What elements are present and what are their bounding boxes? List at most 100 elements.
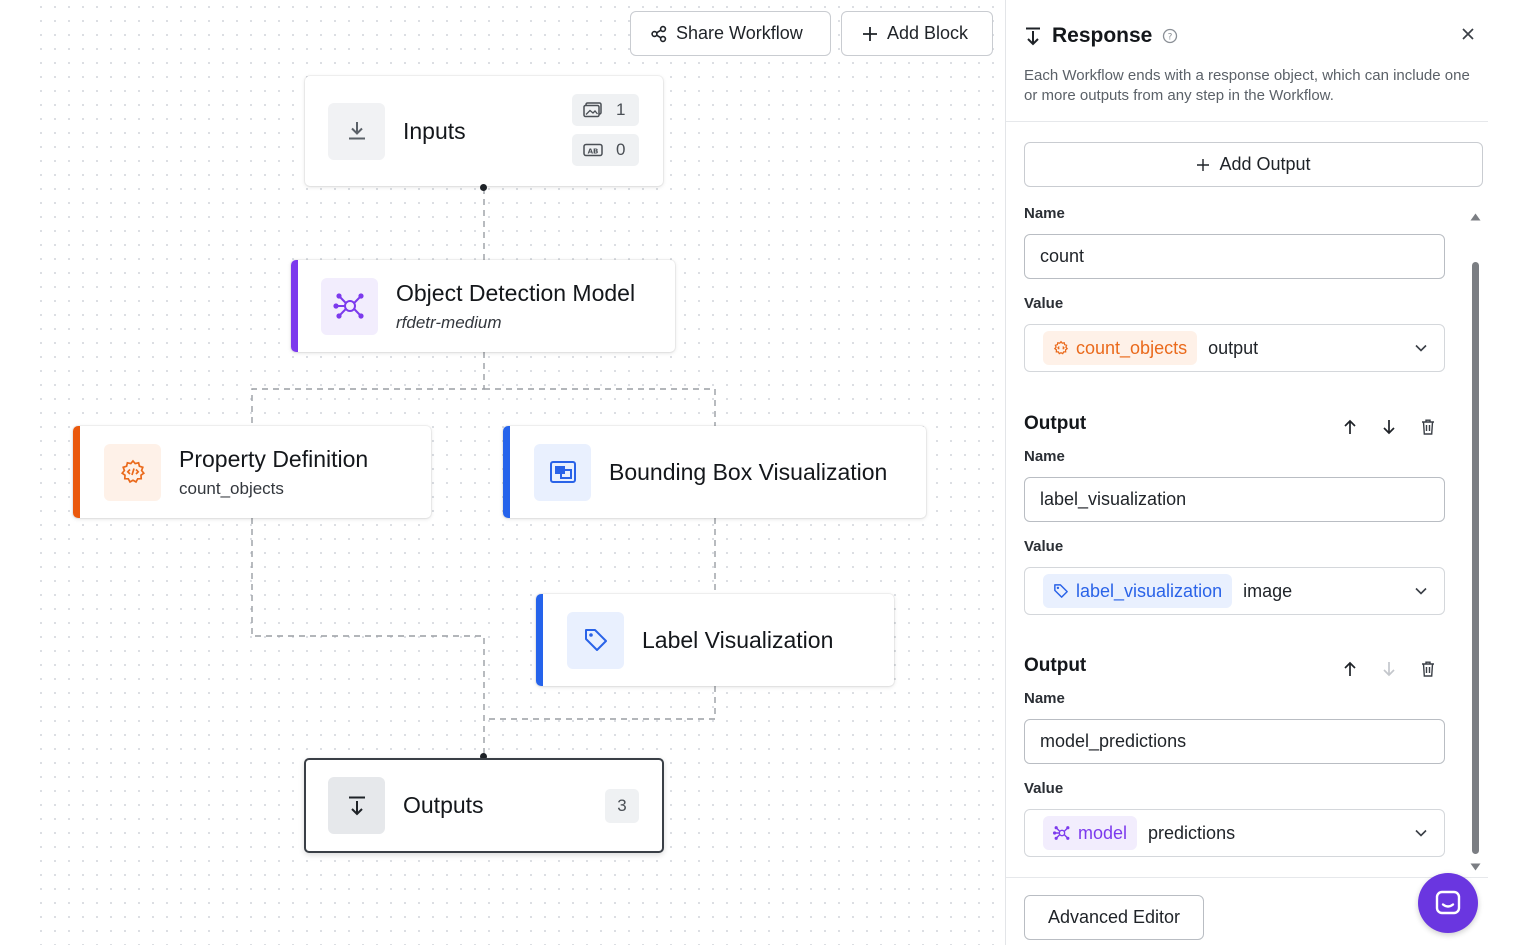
divider bbox=[1006, 121, 1488, 122]
divider bbox=[1006, 877, 1488, 878]
share-icon bbox=[651, 25, 667, 42]
selector-value: image bbox=[1243, 580, 1293, 601]
model-graph-icon bbox=[1053, 826, 1070, 840]
text-parameter-icon: AB bbox=[583, 143, 603, 157]
advanced-editor-button[interactable]: Advanced Editor bbox=[1024, 895, 1204, 940]
panel-title: Response bbox=[1052, 24, 1153, 47]
object-detection-node[interactable]: Object Detection Model rfdetr-medium bbox=[291, 260, 675, 352]
value-label: Value bbox=[1024, 538, 1064, 555]
inputs-output-handle[interactable] bbox=[480, 184, 487, 191]
selector-value: predictions bbox=[1148, 822, 1236, 843]
chevron-down-icon bbox=[1415, 587, 1427, 595]
response-panel: Response ? Each Workflow ends with a res… bbox=[1005, 0, 1488, 945]
trash-icon[interactable] bbox=[1420, 660, 1436, 678]
step-chip: count_objects bbox=[1043, 331, 1198, 365]
svg-text:?: ? bbox=[1168, 32, 1173, 42]
arrow-up-icon[interactable] bbox=[1342, 660, 1358, 678]
edge-property-to-outputs bbox=[251, 518, 485, 757]
image-icon bbox=[583, 102, 602, 118]
bbox-title: Bounding Box Visualization bbox=[609, 458, 888, 485]
model-graph-icon bbox=[332, 293, 364, 319]
bounding-box-icon bbox=[549, 461, 576, 483]
image-input-count: 1 bbox=[616, 100, 626, 119]
node-accent-bar bbox=[73, 426, 80, 518]
selector-value: output bbox=[1208, 337, 1259, 358]
name-label: Name bbox=[1024, 690, 1065, 707]
output-name-field[interactable]: model_predictions bbox=[1024, 719, 1445, 764]
step-chip-label: model bbox=[1078, 822, 1128, 843]
arrow-down-icon[interactable] bbox=[1381, 418, 1397, 436]
response-arrow-icon bbox=[348, 796, 365, 815]
arrow-up-icon[interactable] bbox=[1342, 418, 1358, 436]
step-chip-label: label_visualization bbox=[1076, 580, 1223, 601]
label-viz-title: Label Visualization bbox=[642, 626, 834, 653]
outputs-icon-box bbox=[328, 777, 385, 834]
scroll-down-icon[interactable] bbox=[1469, 862, 1482, 872]
detection-model-id: rfdetr-medium bbox=[396, 312, 502, 332]
value-label: Value bbox=[1024, 780, 1064, 797]
output-section-title: Output bbox=[1024, 413, 1087, 434]
name-label: Name bbox=[1024, 205, 1065, 222]
property-icon-box bbox=[104, 443, 161, 501]
value-label: Value bbox=[1024, 295, 1064, 312]
plus-icon bbox=[863, 26, 877, 41]
output-name-field[interactable]: count bbox=[1024, 234, 1445, 279]
detection-title: Object Detection Model bbox=[396, 279, 636, 306]
response-arrow-icon bbox=[1026, 27, 1040, 46]
output-value-selector[interactable]: model predictions bbox=[1024, 809, 1445, 857]
node-accent-bar bbox=[503, 426, 510, 518]
output-value-selector[interactable]: label_visualization image bbox=[1024, 567, 1445, 615]
add-output-label: Add Output bbox=[1219, 154, 1311, 174]
image-input-counter: 1 bbox=[572, 94, 639, 126]
arrow-down-icon bbox=[1383, 662, 1395, 677]
edge-detection-to-bbox bbox=[484, 388, 716, 428]
label-visualization-node[interactable]: Label Visualization bbox=[536, 594, 894, 686]
edge-label-to-outputs bbox=[484, 686, 716, 720]
node-accent-bar bbox=[291, 260, 298, 352]
output-section-title: Output bbox=[1024, 655, 1087, 676]
label-icon-box bbox=[567, 611, 624, 669]
property-subtitle: count_objects bbox=[179, 478, 284, 498]
property-definition-icon bbox=[1053, 340, 1069, 355]
outputs-node[interactable]: Outputs 3 bbox=[304, 758, 664, 853]
step-chip: model bbox=[1043, 816, 1138, 850]
panel-description: Each Workflow ends with a response objec… bbox=[1024, 67, 1470, 104]
share-workflow-button[interactable]: Share Workflow bbox=[630, 11, 831, 56]
add-output-button[interactable]: Add Output bbox=[1024, 142, 1483, 187]
outputs-title: Outputs bbox=[403, 792, 484, 818]
step-chip-label: count_objects bbox=[1076, 337, 1188, 358]
panel-header: Response ? bbox=[1024, 24, 1178, 48]
help-icon[interactable]: ? bbox=[1162, 28, 1178, 44]
close-icon[interactable] bbox=[1460, 26, 1476, 42]
property-definition-node[interactable]: Property Definition count_objects bbox=[73, 426, 431, 518]
tag-icon bbox=[584, 629, 607, 651]
inputs-title: Inputs bbox=[403, 117, 466, 144]
bbox-icon-box bbox=[534, 443, 591, 501]
trash-icon[interactable] bbox=[1420, 418, 1436, 436]
add-block-button[interactable]: Add Block bbox=[841, 11, 993, 56]
detection-icon-box bbox=[321, 277, 378, 335]
property-definition-icon bbox=[120, 459, 145, 484]
chat-launcher-button[interactable] bbox=[1418, 873, 1478, 933]
scrollbar-thumb[interactable] bbox=[1472, 262, 1479, 854]
scroll-up-icon[interactable] bbox=[1469, 212, 1482, 222]
bounding-box-visualization-node[interactable]: Bounding Box Visualization bbox=[503, 426, 926, 518]
edge-detection-to-property bbox=[251, 352, 485, 428]
inputs-node[interactable]: Inputs 1 AB 0 bbox=[305, 76, 663, 186]
workflow-canvas[interactable]: Share Workflow Add Block Inputs 1 AB 0 O… bbox=[34, 0, 1004, 945]
add-block-label: Add Block bbox=[887, 23, 969, 43]
node-accent-bar bbox=[536, 594, 543, 686]
outputs-count-badge: 3 bbox=[605, 789, 639, 823]
share-workflow-label: Share Workflow bbox=[676, 23, 803, 43]
parameter-input-count: 0 bbox=[616, 140, 626, 159]
property-title: Property Definition bbox=[179, 445, 369, 472]
tag-icon bbox=[1054, 584, 1068, 598]
plus-icon bbox=[1197, 158, 1210, 171]
parameter-input-counter: AB 0 bbox=[572, 134, 639, 166]
output-value-selector[interactable]: count_objects output bbox=[1024, 324, 1445, 372]
chevron-down-icon bbox=[1415, 344, 1427, 352]
chevron-down-icon bbox=[1415, 829, 1427, 837]
output-name-field[interactable]: label_visualization bbox=[1024, 477, 1445, 522]
svg-text:AB: AB bbox=[588, 148, 599, 156]
step-chip: label_visualization bbox=[1043, 574, 1233, 608]
